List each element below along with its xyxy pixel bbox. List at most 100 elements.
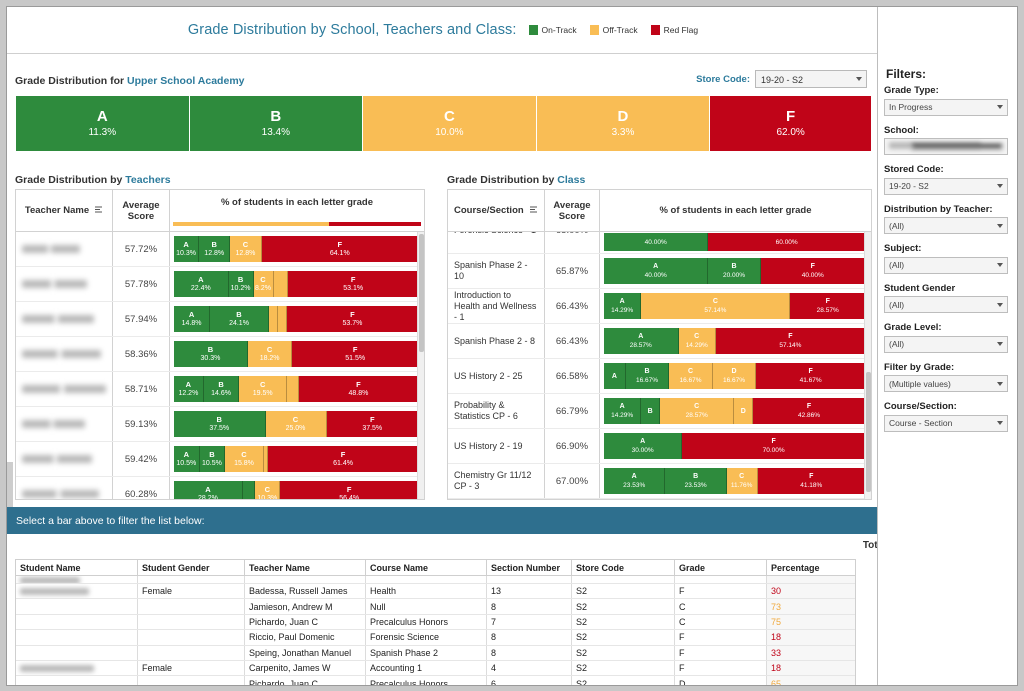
teachers-col-score[interactable]: Average Score [113,190,170,231]
table-row[interactable]: ABDULLA, TAYLOR MARIE FemaleCarpenito, Ja… [16,660,855,677]
bar-segment-B[interactable]: B 37.5% [174,411,266,437]
stacked-grade-bar[interactable]: A 23.53% B 23.53% C 11.76% F 41.18% [604,468,865,494]
filter-dropdown[interactable]: (All) [884,217,1008,234]
bar-segment-F[interactable]: F 64.1% [261,236,418,262]
filter-dropdown[interactable]: Course - Section [884,414,1008,432]
filter-dropdown[interactable]: (All) [884,296,1008,313]
stacked-grade-bar[interactable]: A 10.3% B 12.8% C 12.8% F 64.1% [174,236,418,262]
bar-segment-F[interactable]: F 57.14% [715,328,865,354]
table-row[interactable]: Jamieson, Andrew M Null 8 S2 C 73 [16,599,855,615]
bar-segment-F[interactable]: F 56.4% [280,481,418,499]
bar-segment-B[interactable]: B 14.6% [203,376,240,402]
table-row[interactable]: Speing, Jonathan Manuel Spanish Phase 28S… [16,645,855,661]
teacher-row[interactable]: Tobin, Katelyn M58.36%B30.3%C18.2%F51.5% [16,337,424,372]
detail-col-teacher-name[interactable]: Teacher Name [245,560,366,575]
bar-segment-C[interactable] [268,306,278,332]
table-row[interactable]: Pichardo, Juan C Precalculus Honors 7 S2 C 75 [16,614,855,631]
bar-segment-F[interactable]: F 51.5% [292,341,418,367]
stacked-grade-bar[interactable]: A 28.57% C 14.29% F 57.14% [604,328,865,354]
class-caption-link[interactable]: Class [557,174,585,186]
bar-segment-F[interactable]: F 41.67% [756,363,865,389]
bar-segment-A[interactable]: A 10.3% [174,236,200,262]
bar-segment-C[interactable]: C 19.5% [239,376,287,402]
stacked-grade-bar[interactable]: B 30.3% C 18.2% F 51.5% [174,341,418,367]
stacked-grade-bar[interactable]: A 22.4% B 10.2% C 8.2% F 53.1% [174,271,418,297]
bar-segment-A[interactable]: A [604,363,626,389]
bar-segment-C[interactable]: C 25.0% [265,411,327,437]
teacher-row[interactable]: Krehouse, Eric NMN60.28%A28.2%C10.3%F56.… [16,477,424,499]
stacked-grade-bar[interactable]: A 28.2% C 10.3% F 56.4% [174,481,418,499]
summary-school-link[interactable]: Upper School Academy [127,75,244,87]
stacked-grade-bar[interactable]: A 40.00% B 20.00% F 40.00% [604,258,865,284]
bar-segment-F[interactable]: F 53.1% [288,271,418,297]
bar-segment-A[interactable]: A 14.29% [604,293,642,319]
bar-segment-C[interactable]: C 16.67% [669,363,713,389]
filter-dropdown[interactable]: (Multiple values) [884,375,1008,392]
bar-segment-C[interactable]: C 14.29% [678,328,716,354]
bar-segment-F[interactable]: F 61.4% [268,446,418,472]
teachers-table-scrollbar[interactable] [417,232,424,499]
bar-segment-B[interactable]: B [641,398,660,424]
bar-segment-D[interactable] [277,306,287,332]
class-row[interactable]: Chemistry Gr 11/12 CP - 3 67.00% A 23.53% B 2… [448,464,871,499]
bar-segment-C[interactable]: C 12.8% [230,236,262,262]
class-table-scrollbar[interactable] [864,232,871,499]
teachers-caption-link[interactable]: Teachers [125,174,170,186]
stacked-grade-bar[interactable]: A 14.29% C 57.14% F 28.57% [604,293,865,319]
teacher-row[interactable]: Longo, Sondra E57.72%A10.3%B12.8%C12.8%F… [16,232,424,267]
bar-segment-C[interactable]: C 11.76% [726,468,758,494]
dashboard-left-scroll-indicator[interactable] [7,462,13,510]
sort-icon[interactable] [529,205,538,217]
bar-segment-B[interactable] [242,481,256,499]
class-row[interactable]: US History 1 - 2U67.00%A9.09%B45.45%CD9.… [448,499,871,500]
grade-segment-A[interactable]: A 11.3% [16,96,190,151]
bar-segment-A[interactable]: A 28.2% [174,481,243,499]
detail-col-grade[interactable]: Grade [675,560,767,575]
class-row[interactable]: Forensic Science - 165.00% 40.00% 60.00% [448,232,871,254]
store-code-dropdown[interactable]: 19-20 - S2 [755,70,867,88]
class-col-score[interactable]: Average Score [545,190,600,231]
class-row[interactable]: Probability & Statistics CP - 6 66.79% A 14… [448,394,871,429]
grade-segment-F[interactable]: F 62.0% [710,96,871,151]
stacked-grade-bar[interactable]: A 12.2% B 14.6% C 19.5% F 48.8% [174,376,418,402]
detail-col-course-name[interactable]: Course Name [366,560,487,575]
bar-segment-D[interactable] [286,376,299,402]
bar-segment-B[interactable]: B 12.8% [199,236,231,262]
bar-segment-D[interactable]: D 16.67% [712,363,757,389]
scrollbar-thumb[interactable] [866,372,871,492]
stacked-grade-bar[interactable]: 40.00% 60.00% [604,233,865,251]
bar-segment-B[interactable]: B 10.2% [228,271,254,297]
detail-col-percentage[interactable]: Percentage [767,560,855,575]
bar-segment-F[interactable]: F 70.00% [682,433,865,459]
bar-segment-D[interactable] [273,271,289,297]
table-row[interactable]: Pichardo, Juan C Precalculus Honors 6 S2 D 65 [16,676,855,685]
bar-segment-A[interactable]: A 14.29% [604,398,642,424]
filter-dropdown[interactable]: In Progress [884,98,1008,116]
table-row[interactable]: Riccio, Paul Domenic Forensic Science 8 S2 F… [16,630,855,646]
table-row[interactable] [16,576,855,584]
filter-dropdown[interactable]: (All) [884,335,1008,353]
bar-segment-A[interactable]: A 14.8% [174,306,211,332]
stacked-grade-bar[interactable]: A 30.00% F 70.00% [604,433,865,459]
table-row[interactable]: ABAD, BIELAS FemaleBadessa, Russell James… [16,584,855,600]
class-row[interactable]: Introduction to Health and Wellness - 16… [448,289,871,324]
stacked-grade-bar[interactable]: A 10.5% B 10.5% C 15.8% F 61.4% [174,446,418,472]
teacher-row[interactable]: Nunes, Yulissa Emilia59.42%A10.5%B10.5%C… [16,442,424,477]
class-col-coursesection[interactable]: Course/Section [448,190,545,231]
stacked-grade-bar[interactable]: A 14.8% B 24.1% F 53.7% [174,306,418,332]
filter-dropdown[interactable]: (All) [884,256,1008,274]
bar-segment[interactable]: 40.00% [604,233,709,251]
detail-col-section-number[interactable]: Section Number [487,560,572,575]
bar-segment-F[interactable]: F 42.86% [753,398,865,424]
teacher-row[interactable]: Ratcliffe, Molly B59.13%B37.5%C25.0%F37.… [16,407,424,442]
bar-segment-C[interactable]: C 15.8% [225,446,264,472]
filter-dropdown[interactable]: Upper School Academy [884,138,1008,155]
bar-segment-A[interactable]: A 30.00% [604,433,683,459]
stacked-grade-bar[interactable]: B 37.5% C 25.0% F 37.5% [174,411,418,437]
bar-segment-A[interactable]: A 28.57% [604,328,679,354]
bar-segment-A[interactable]: A 40.00% [604,258,709,284]
bar-segment-C[interactable]: C 57.14% [641,293,791,319]
bar-segment-C[interactable]: C 18.2% [247,341,293,367]
scrollbar-thumb[interactable] [419,234,424,352]
bar-segment-F[interactable]: F 53.7% [286,306,418,332]
